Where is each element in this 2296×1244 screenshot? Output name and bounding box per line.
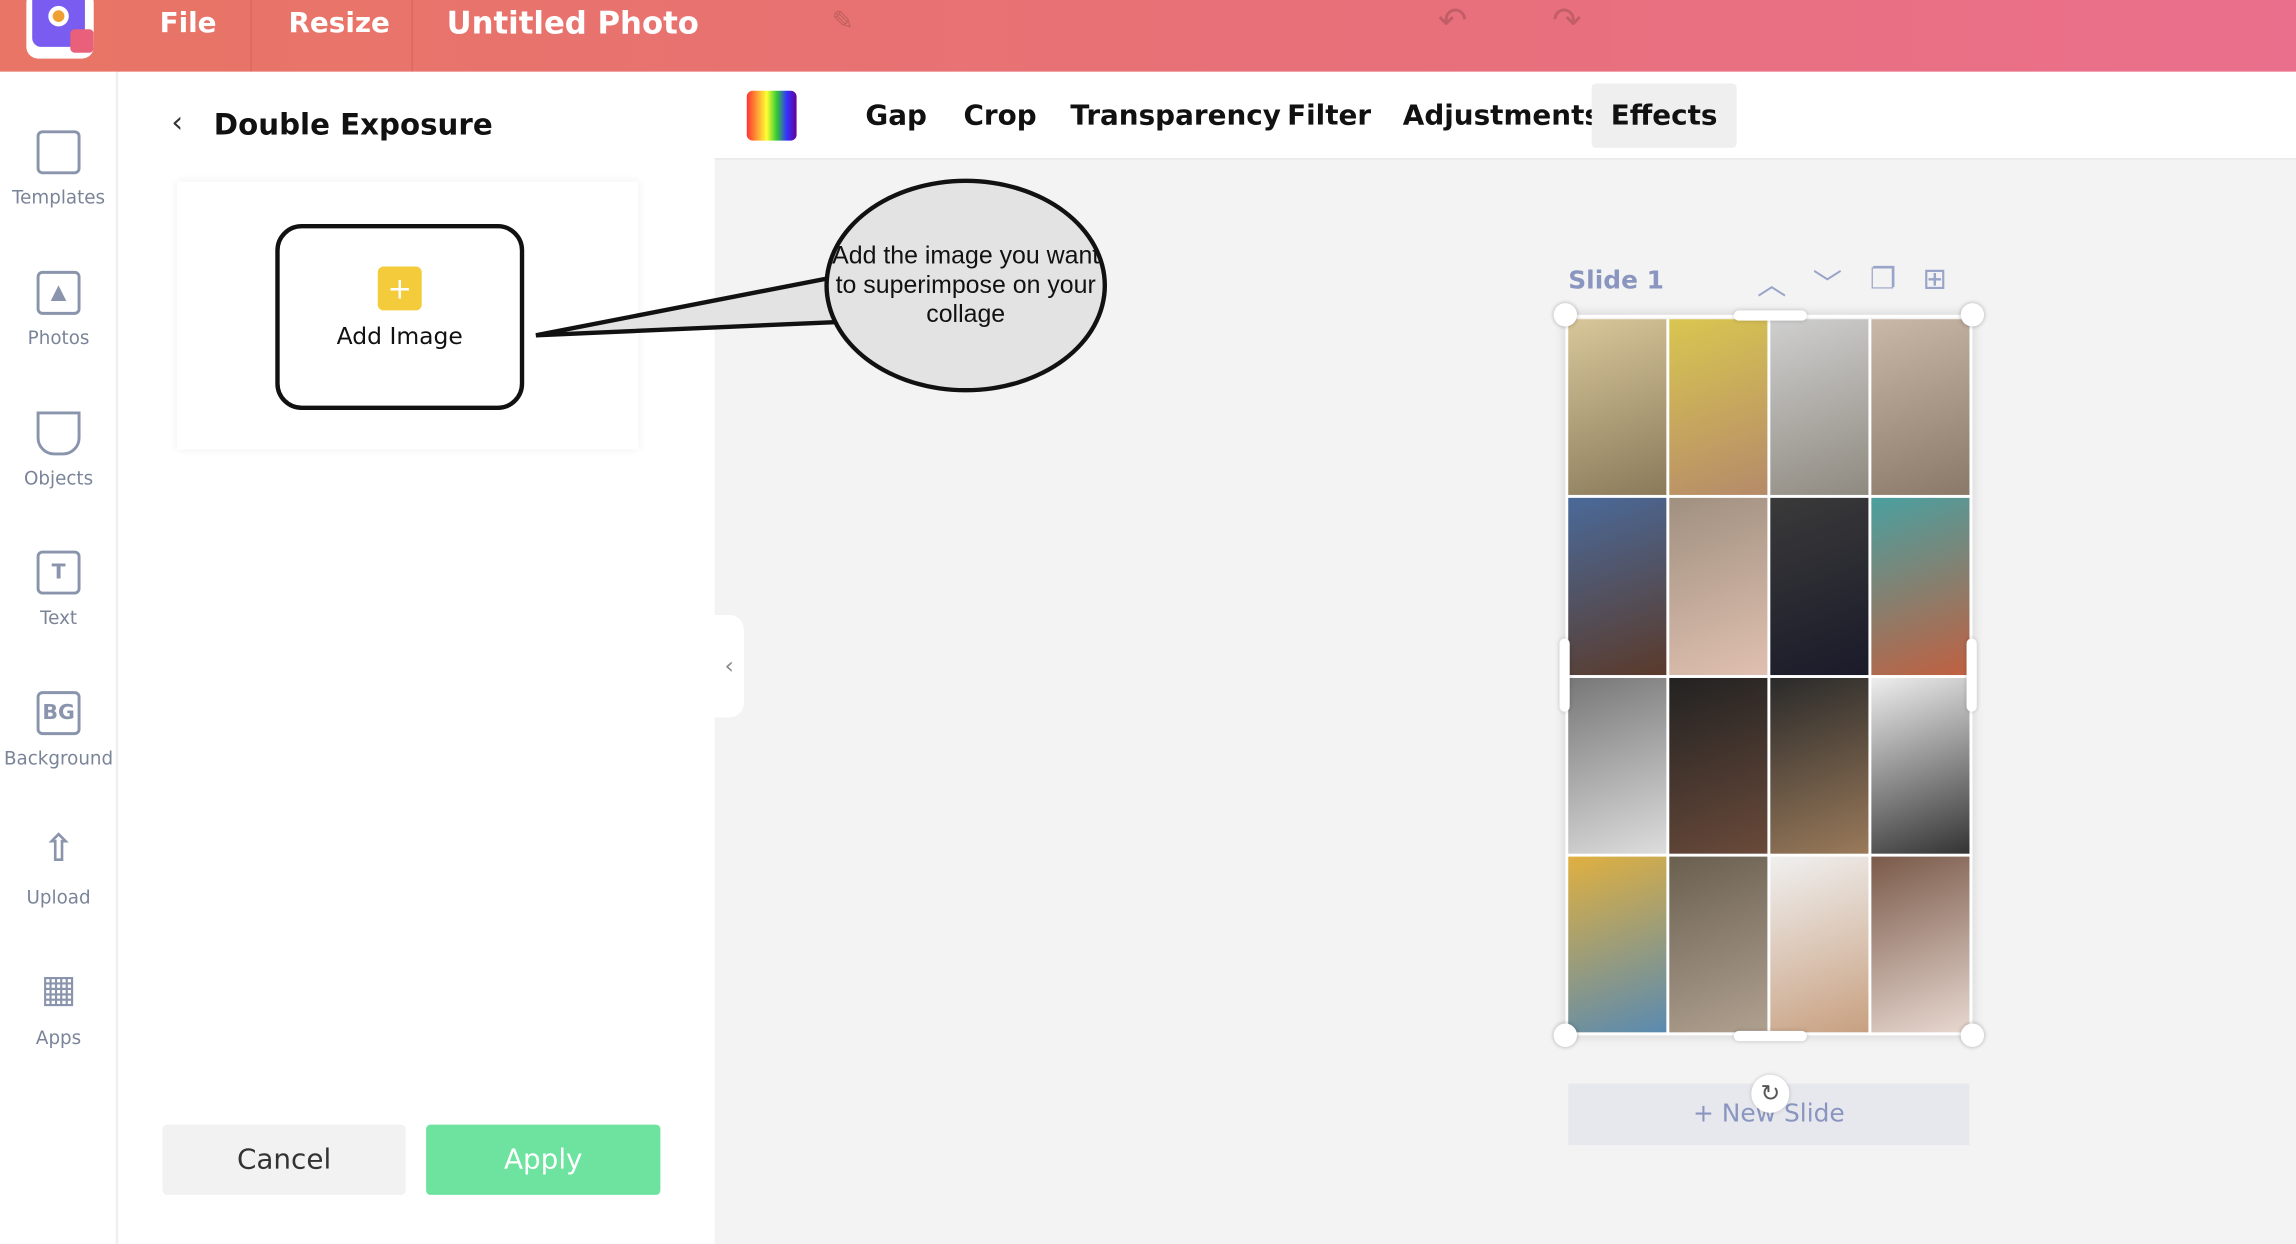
collage-photo[interactable] (1770, 498, 1869, 675)
move-up-icon[interactable]: ︿ (1757, 261, 1786, 303)
resize-handle[interactable] (1553, 1023, 1578, 1047)
collage-photo[interactable] (1568, 677, 1667, 854)
collage-photo[interactable] (1871, 677, 1970, 854)
add-slide-icon[interactable]: ⊞ (1923, 261, 1948, 296)
duplicate-icon[interactable]: ❐ (1870, 261, 1896, 296)
resize-handle[interactable] (1733, 310, 1807, 321)
move-down-icon[interactable]: ﹀ (1813, 261, 1842, 303)
resize-handle[interactable] (1553, 303, 1578, 327)
slide-label: Slide 1 (1568, 266, 1664, 296)
callout-bubble: Add the image you want to superimpose on… (824, 178, 1108, 393)
resize-handle[interactable] (1960, 1023, 1985, 1047)
resize-handle[interactable] (1733, 1030, 1807, 1042)
resize-handle[interactable] (1559, 638, 1570, 712)
rotate-icon[interactable]: ↻ (1751, 1074, 1790, 1113)
collage-photo[interactable] (1669, 677, 1768, 854)
collage-photo[interactable] (1770, 677, 1869, 854)
app: File Resize Untitled Photo ✎ ↶ ↷ Templat… (0, 0, 2296, 1244)
resize-handle[interactable] (1966, 638, 1977, 712)
collage-photo[interactable] (1770, 319, 1869, 496)
collage-photo[interactable] (1568, 498, 1667, 675)
collage-photo[interactable] (1871, 498, 1970, 675)
collage-photo[interactable] (1770, 856, 1869, 1033)
collage-photo[interactable] (1669, 319, 1768, 496)
collage-photo[interactable] (1871, 319, 1970, 496)
collage-photo[interactable] (1669, 856, 1768, 1033)
collage-photo[interactable] (1669, 498, 1768, 675)
collage-photo[interactable] (1871, 856, 1970, 1033)
collage-photo[interactable] (1568, 856, 1667, 1033)
collage-grid (1568, 319, 1970, 1033)
collage-photo[interactable] (1568, 319, 1667, 496)
resize-handle[interactable] (1960, 303, 1985, 327)
